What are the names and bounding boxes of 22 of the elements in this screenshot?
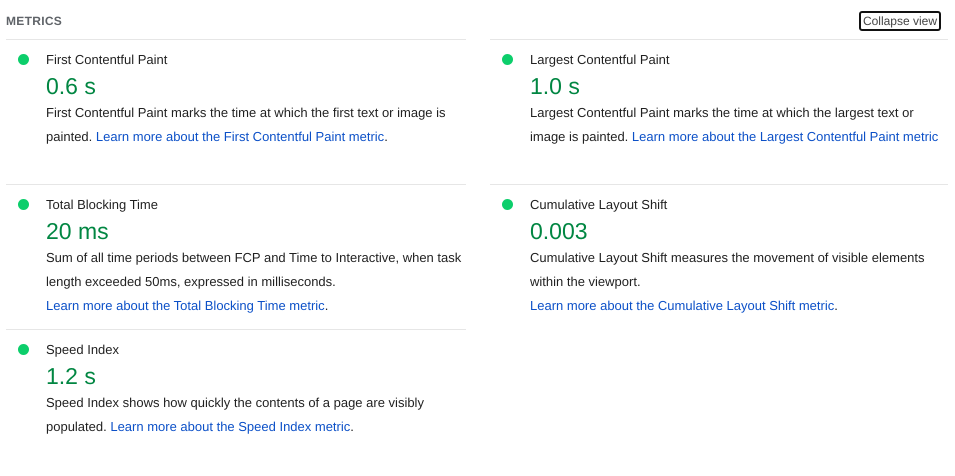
metric-value: 0.003	[530, 217, 589, 246]
metric-title: Cumulative Layout Shift	[530, 197, 668, 212]
metric-value: 20 ms	[46, 217, 110, 246]
learn-more-link[interactable]: Learn more about the Speed Index metric	[110, 419, 350, 434]
metric-description: First Contentful Paint marks the time at which the first text or image is painted. Learn more about the First Contentful Paint metric.	[46, 104, 447, 146]
learn-more-link[interactable]: Learn more about the First Contentful Paint metric	[96, 129, 384, 144]
metric-description: Largest Contentful Paint marks the time at which the largest text or image is painted. Learn more about the Largest Contentful Paint metric	[530, 104, 940, 146]
section-title: METRICS	[6, 14, 62, 28]
metric-title: Speed Index	[46, 342, 120, 357]
metric-value: 0.6 s	[46, 72, 97, 101]
metric-description: Sum of all time periods between FCP and Time to Interactive, when task length exceeded 50ms, expressed in milliseconds. Learn more about the Total Blocking Time metric.	[46, 249, 462, 315]
metric-description: Speed Index shows how quickly the contents of a page are visibly populated. Learn more about the Speed Index metric.	[46, 394, 425, 436]
metric-description: Cumulative Layout Shift measures the movement of visible elements within the viewport. Learn more about the Cumulative Layout Shift metric.	[530, 249, 926, 315]
learn-more-link[interactable]: Learn more about the Total Blocking Time metric	[46, 298, 325, 313]
metric-title: Largest Contentful Paint	[530, 52, 670, 67]
learn-more-link[interactable]: Learn more about the Largest Contentful Paint metric	[632, 129, 938, 144]
metric-value: 1.0 s	[530, 72, 581, 101]
collapse-view-button[interactable]: Collapse view	[858, 11, 941, 31]
metric-title: Total Blocking Time	[46, 197, 158, 212]
learn-more-link[interactable]: Learn more about the Cumulative Layout Shift metric	[530, 298, 834, 313]
metric-value: 1.2 s	[46, 362, 97, 391]
metric-title: First Contentful Paint	[46, 52, 168, 67]
